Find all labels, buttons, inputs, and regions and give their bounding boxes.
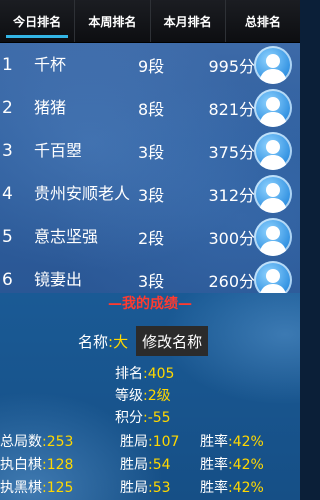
total-rate-label: 胜率 [200, 434, 228, 450]
total-wins-stat: 胜局:107 [120, 433, 179, 451]
my-results-title: —我的成绩— [108, 296, 192, 312]
name-value: :大 [108, 332, 129, 351]
ranking-tabs: 今日排名 本周排名 本月排名 总排名 [0, 0, 300, 43]
rank-number: 6 [2, 269, 13, 290]
player-score: 312分 [208, 185, 255, 205]
user-icon [259, 183, 287, 213]
total-rate-stat: 胜率:42% [200, 433, 264, 451]
player-name: 贵州安顺老人 [34, 183, 131, 203]
white-wins-stat: 胜局:54 [120, 456, 171, 474]
avatar[interactable] [254, 46, 292, 84]
player-level: 3段 [138, 142, 165, 162]
user-icon [259, 140, 287, 170]
my-results-panel: —我的成绩— 名称 :大 修改名称 排名:405 等级:2级 积分:-55 总局… [0, 293, 300, 500]
white-rate-stat: 胜率:42% [200, 456, 264, 474]
player-level: 3段 [138, 185, 165, 205]
ranking-list[interactable]: 1 千杯 9段 995分 2 猪猪 8段 821分 3 千百曌 3段 375分 … [0, 43, 300, 293]
black-games-stat: 执黑棋:125 [0, 479, 73, 497]
avatar[interactable] [254, 175, 292, 213]
rank-number: 4 [2, 183, 13, 204]
tab-month[interactable]: 本月排名 [151, 0, 226, 42]
tab-today[interactable]: 今日排名 [0, 0, 76, 42]
points-stat: 积分:-55 [115, 409, 171, 427]
user-icon [259, 54, 287, 84]
user-icon [259, 226, 287, 256]
total-win-value: :107 [148, 434, 180, 450]
white-win-label: 胜局 [120, 457, 148, 473]
rank-value: :405 [143, 366, 175, 382]
player-score: 821分 [208, 99, 255, 119]
white-games-stat: 执白棋:128 [0, 456, 73, 474]
player-score: 260分 [208, 271, 255, 291]
grade-value: :2级 [143, 388, 171, 404]
avatar[interactable] [254, 132, 292, 170]
black-win-value: :53 [148, 480, 171, 496]
player-score: 300分 [208, 228, 255, 248]
black-value: :125 [42, 480, 74, 496]
player-level: 2段 [138, 228, 165, 248]
points-value: :-55 [143, 410, 171, 426]
black-win-label: 胜局 [120, 480, 148, 496]
player-level: 8段 [138, 99, 165, 119]
total-games-stat: 总局数:253 [0, 433, 73, 451]
player-name: 千杯 [34, 54, 67, 74]
black-rate-label: 胜率 [200, 480, 228, 496]
ranking-row[interactable]: 6 镜妻出 3段 260分 [0, 258, 300, 293]
user-icon [260, 269, 286, 293]
rank-number: 2 [2, 97, 13, 118]
player-score: 375分 [208, 142, 255, 162]
player-name: 镜妻出 [34, 269, 83, 289]
total-rate-value: :42% [228, 434, 264, 450]
rename-button[interactable]: 修改名称 [136, 326, 209, 356]
black-label: 执黑棋 [0, 480, 42, 496]
tab-total[interactable]: 总排名 [226, 0, 300, 42]
white-win-value: :54 [148, 457, 171, 473]
white-rate-label: 胜率 [200, 457, 228, 473]
player-score: 995分 [208, 56, 255, 76]
ranking-row[interactable]: 2 猪猪 8段 821分 [0, 86, 300, 129]
white-label: 执白棋 [0, 457, 42, 473]
grade-stat: 等级:2级 [115, 387, 171, 405]
name-row: 名称 :大 修改名称 [78, 326, 209, 356]
rank-label: 排名 [115, 366, 143, 382]
ranking-row[interactable]: 5 意志坚强 2段 300分 [0, 215, 300, 258]
rank-number: 1 [2, 54, 13, 75]
rank-stat: 排名:405 [115, 365, 174, 383]
white-value: :128 [42, 457, 74, 473]
total-value: :253 [42, 434, 74, 450]
name-label: 名称 [78, 332, 109, 351]
player-level: 9段 [138, 56, 165, 76]
white-rate-value: :42% [228, 457, 264, 473]
player-level: 3段 [138, 271, 165, 291]
black-rate-value: :42% [228, 480, 264, 496]
ranking-row[interactable]: 3 千百曌 3段 375分 [0, 129, 300, 172]
avatar[interactable] [254, 261, 292, 293]
total-win-label: 胜局 [120, 434, 148, 450]
tab-week[interactable]: 本周排名 [75, 0, 151, 42]
points-label: 积分 [115, 410, 143, 426]
ranking-row[interactable]: 1 千杯 9段 995分 [0, 43, 300, 86]
black-rate-stat: 胜率:42% [200, 479, 264, 497]
avatar[interactable] [254, 89, 292, 127]
player-name: 猪猪 [34, 97, 67, 117]
total-label: 总局数 [0, 434, 42, 450]
player-name: 意志坚强 [34, 226, 99, 246]
user-icon [259, 97, 287, 127]
ranking-row[interactable]: 4 贵州安顺老人 3段 312分 [0, 172, 300, 215]
black-wins-stat: 胜局:53 [120, 479, 171, 497]
rank-number: 5 [2, 226, 13, 247]
avatar[interactable] [254, 218, 292, 256]
grade-label: 等级 [115, 388, 143, 404]
rank-number: 3 [2, 140, 13, 161]
player-name: 千百曌 [34, 140, 83, 160]
